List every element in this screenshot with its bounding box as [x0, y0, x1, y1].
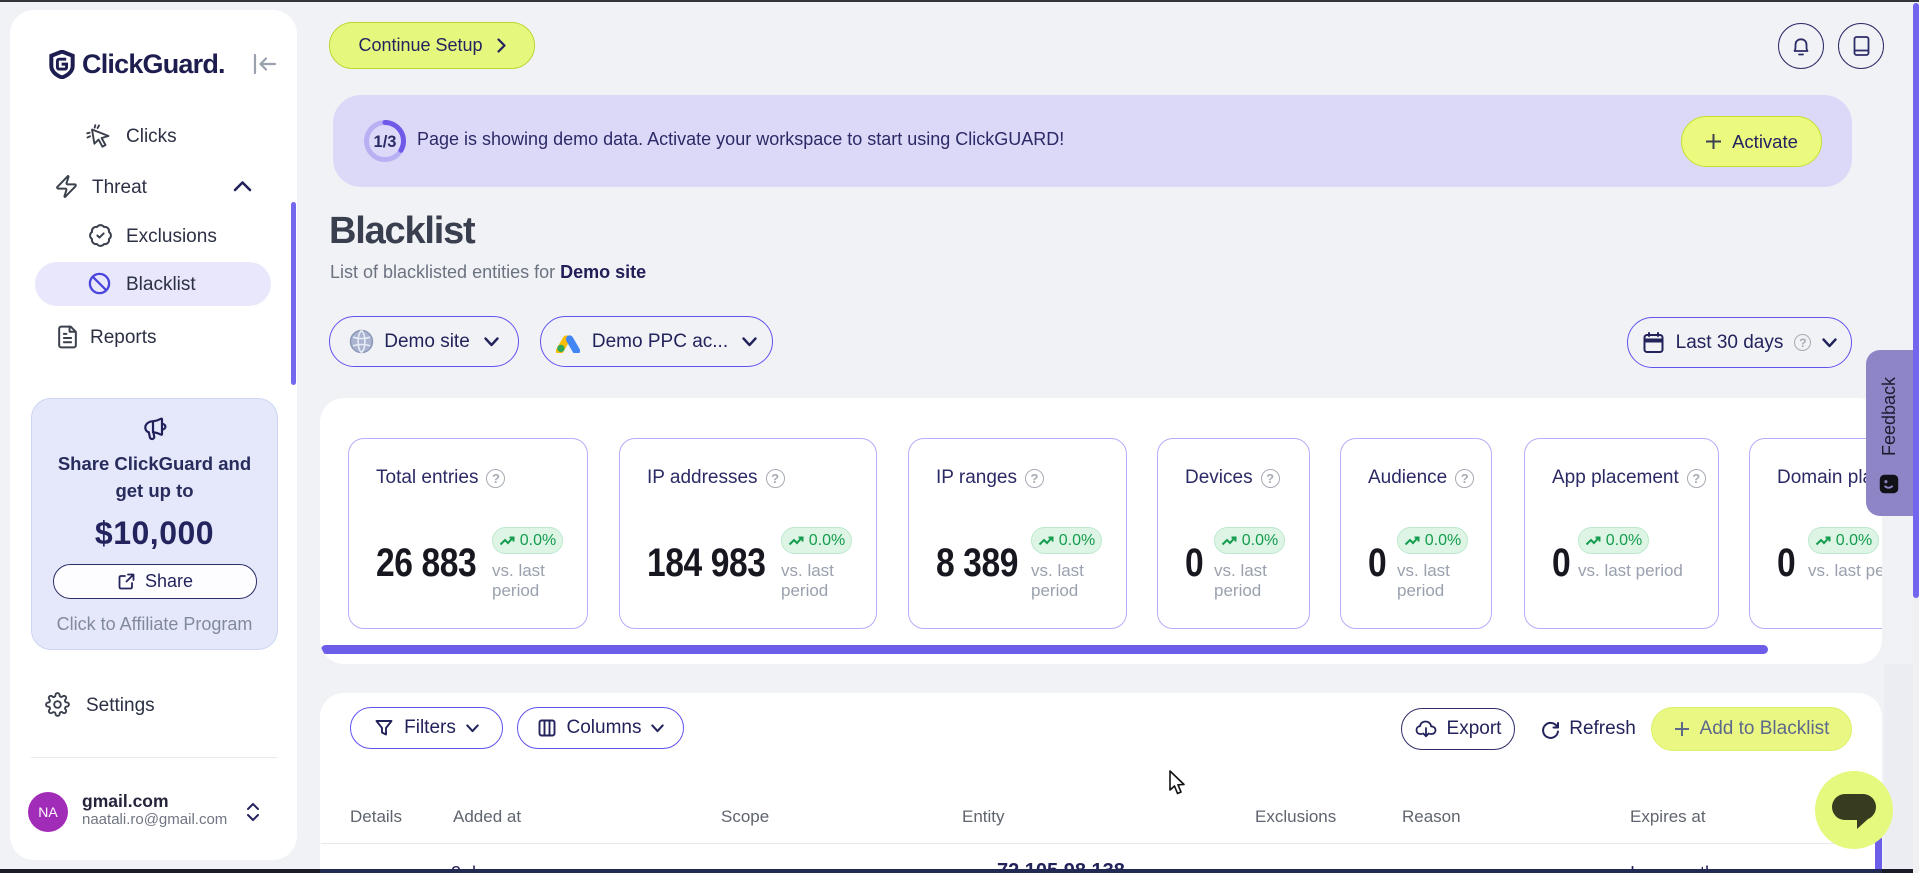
svg-text:1/3: 1/3	[374, 133, 397, 151]
